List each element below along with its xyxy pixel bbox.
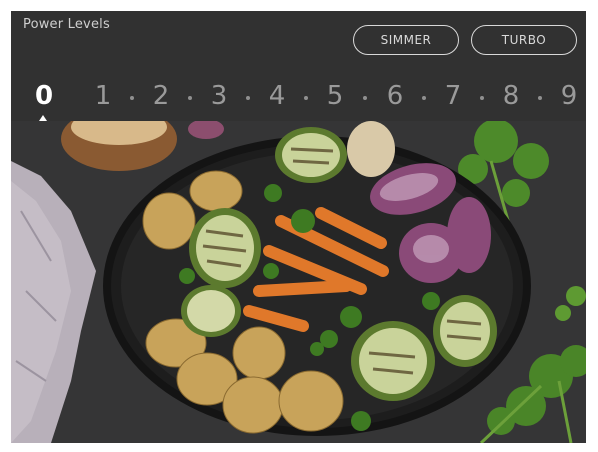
- separator-dot: [422, 96, 426, 100]
- level-1[interactable]: 1: [95, 81, 112, 111]
- separator-dot: [130, 96, 134, 100]
- separator-dot: [246, 96, 250, 100]
- screen: Power Levels SIMMER TURBO 0 1 2 3 4 5 6 …: [11, 11, 586, 443]
- top-bar: Power Levels SIMMER TURBO 0 1 2 3 4 5 6 …: [11, 11, 586, 121]
- separator-dot: [480, 96, 484, 100]
- screen-title: Power Levels: [23, 17, 110, 32]
- level-9[interactable]: 9: [561, 81, 578, 111]
- turbo-button[interactable]: TURBO: [471, 25, 577, 55]
- power-level-selector: 0 1 2 3 4 5 6 7 8 9: [11, 73, 586, 121]
- separator-dot: [304, 96, 308, 100]
- separator-dot: [188, 96, 192, 100]
- level-8[interactable]: 8: [503, 81, 520, 111]
- level-4[interactable]: 4: [269, 81, 286, 111]
- level-2[interactable]: 2: [153, 81, 170, 111]
- separator-dot: [363, 96, 367, 100]
- food-photo: [11, 121, 586, 443]
- simmer-button[interactable]: SIMMER: [353, 25, 459, 55]
- level-6[interactable]: 6: [387, 81, 404, 111]
- level-0[interactable]: 0: [35, 81, 53, 111]
- separator-dot: [538, 96, 542, 100]
- level-7[interactable]: 7: [445, 81, 462, 111]
- level-3[interactable]: 3: [211, 81, 228, 111]
- level-5[interactable]: 5: [327, 81, 344, 111]
